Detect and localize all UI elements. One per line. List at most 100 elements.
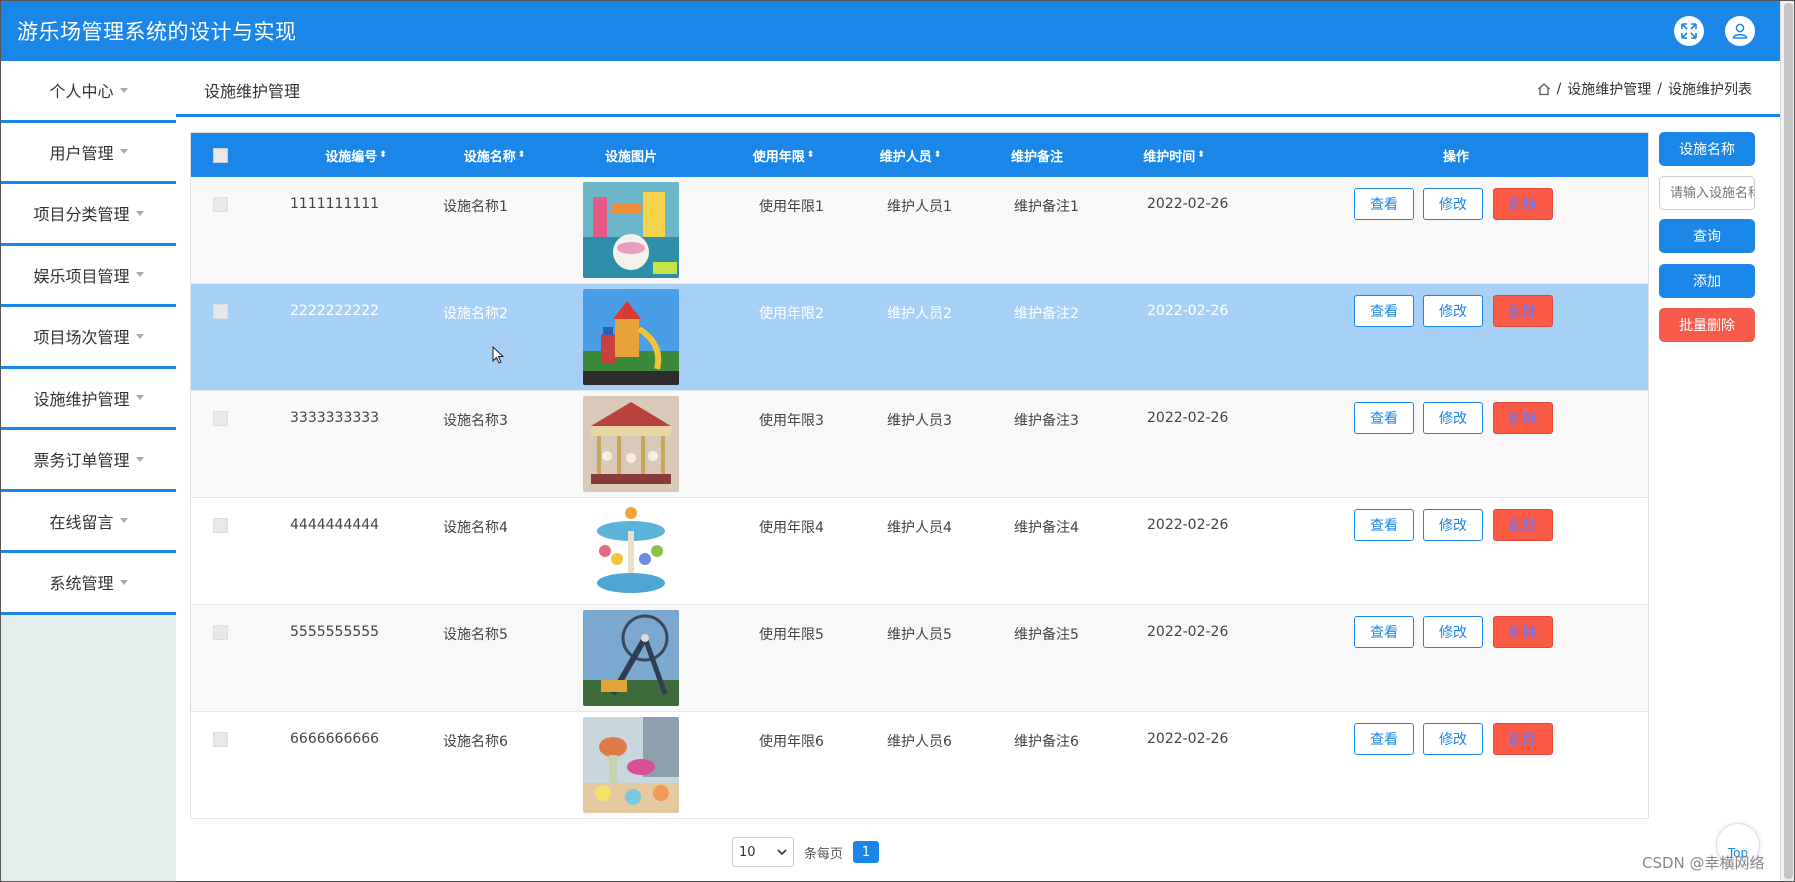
watermark: CSDN @幸横网络 — [1642, 854, 1765, 872]
fullscreen-button[interactable] — [1674, 16, 1704, 46]
sidebar-item-label: 项目分类管理 — [33, 205, 130, 225]
column-header-code[interactable]: 设施编号 ⬍ — [281, 133, 431, 177]
sidebar-item-label: 设施维护管理 — [33, 389, 130, 409]
cell-note: 维护备注1 — [1014, 199, 1079, 215]
delete-button[interactable]: 删除 — [1493, 723, 1553, 755]
table-row[interactable]: 6666666666 设施名称6 使用年限6 维护人员6 维护备注6 2022-… — [191, 712, 1648, 819]
cell-code: 6666666666 — [290, 731, 380, 747]
column-header-years[interactable]: 使用年限 ⬍ — [716, 133, 851, 177]
sidebar-item-facility-maintenance[interactable]: 设施维护管理 — [1, 368, 176, 430]
sidebar-item-entertainment[interactable]: 娱乐项目管理 — [1, 245, 176, 307]
facility-image[interactable] — [583, 503, 679, 599]
page-size-select[interactable]: 10 — [732, 837, 794, 867]
row-checkbox[interactable] — [213, 625, 228, 640]
row-checkbox[interactable] — [213, 732, 228, 747]
facility-image[interactable] — [583, 396, 679, 492]
facility-name-label[interactable]: 设施名称 — [1659, 132, 1755, 166]
app-window: 游乐场管理系统的设计与实现 个人中心 用户管理 项目分类管理 娱乐项目管理 项目… — [0, 0, 1795, 882]
sidebar-item-label: 用户管理 — [49, 143, 114, 163]
caret-down-icon — [135, 456, 144, 462]
table-row[interactable]: 5555555555 设施名称5 使用年限5 维护人员5 维护备注5 2022-… — [191, 605, 1648, 712]
breadcrumb-item[interactable]: 设施维护管理 — [1567, 79, 1651, 99]
table-row[interactable]: 3333333333 设施名称3 使用年限3 维护人员3 维护备注3 2022-… — [191, 391, 1648, 498]
sidebar-item-label: 个人中心 — [49, 82, 114, 102]
cell-name: 设施名称4 — [443, 520, 508, 536]
home-icon[interactable] — [1537, 82, 1551, 96]
column-header-name[interactable]: 设施名称 ⬍ — [427, 133, 562, 177]
column-header-time[interactable]: 维护时间 ⬍ — [1099, 133, 1249, 177]
cell-code: 2222222222 — [290, 303, 380, 319]
view-button[interactable]: 查看 — [1354, 509, 1414, 541]
cell-years: 使用年限5 — [759, 627, 824, 643]
table-row[interactable]: 2222222222 设施名称2 使用年限2 维护人员2 维护备注2 2022-… — [191, 284, 1648, 391]
column-header-staff[interactable]: 维护人员 ⬍ — [843, 133, 978, 177]
cell-code: 5555555555 — [290, 624, 380, 640]
row-checkbox[interactable] — [213, 304, 228, 319]
add-button[interactable]: 添加 — [1659, 264, 1755, 298]
view-button[interactable]: 查看 — [1354, 188, 1414, 220]
scrollbar-thumb[interactable] — [1784, 3, 1793, 879]
page-number-current[interactable]: 1 — [853, 841, 880, 863]
facility-image[interactable] — [583, 182, 679, 278]
cell-code: 1111111111 — [290, 196, 380, 212]
page-title: 设施维护管理 — [204, 82, 301, 101]
edit-button[interactable]: 修改 — [1423, 295, 1483, 327]
cell-time: 2022-02-26 — [1147, 517, 1229, 533]
row-checkbox[interactable] — [213, 411, 228, 426]
column-header-actions: 操作 — [1341, 133, 1571, 177]
cell-note: 维护备注5 — [1014, 627, 1079, 643]
edit-button[interactable]: 修改 — [1423, 509, 1483, 541]
edit-button[interactable]: 修改 — [1423, 402, 1483, 434]
user-button[interactable] — [1725, 16, 1755, 46]
view-button[interactable]: 查看 — [1354, 295, 1414, 327]
cell-years: 使用年限2 — [759, 306, 824, 322]
sidebar-item-system[interactable]: 系统管理 — [1, 553, 176, 615]
view-button[interactable]: 查看 — [1354, 723, 1414, 755]
delete-button[interactable]: 删除 — [1493, 509, 1553, 541]
select-all-checkbox[interactable] — [213, 148, 228, 163]
delete-button[interactable]: 删除 — [1493, 402, 1553, 434]
delete-button[interactable]: 删除 — [1493, 295, 1553, 327]
row-checkbox[interactable] — [213, 518, 228, 533]
view-button[interactable]: 查看 — [1354, 402, 1414, 434]
expand-icon — [1681, 23, 1697, 39]
edit-button[interactable]: 修改 — [1423, 188, 1483, 220]
column-header-label: 使用年限 — [752, 149, 805, 165]
vertical-scrollbar[interactable] — [1780, 1, 1794, 881]
edit-button[interactable]: 修改 — [1423, 616, 1483, 648]
facility-name-search-input[interactable] — [1659, 176, 1755, 210]
facility-image[interactable] — [583, 289, 679, 385]
sidebar-item-sessions[interactable]: 项目场次管理 — [1, 307, 176, 369]
delete-button[interactable]: 删除 — [1493, 616, 1553, 648]
batch-delete-button[interactable]: 批量删除 — [1659, 308, 1755, 342]
cell-time: 2022-02-26 — [1147, 624, 1229, 640]
sidebar-item-users[interactable]: 用户管理 — [1, 122, 176, 184]
delete-button[interactable]: 删除 — [1493, 188, 1553, 220]
sidebar-item-messages[interactable]: 在线留言 — [1, 491, 176, 553]
row-checkbox[interactable] — [213, 197, 228, 212]
cell-time: 2022-02-26 — [1147, 196, 1229, 212]
column-header-label: 设施名称 — [463, 149, 516, 165]
app-title: 游乐场管理系统的设计与实现 — [17, 20, 297, 44]
query-button[interactable]: 查询 — [1659, 219, 1755, 253]
column-header-label: 操作 — [1442, 149, 1469, 165]
sidebar-item-label: 票务订单管理 — [33, 451, 130, 471]
view-button[interactable]: 查看 — [1354, 616, 1414, 648]
sort-icon: ⬍ — [806, 150, 815, 160]
facility-image[interactable] — [583, 610, 679, 706]
column-header-label: 维护时间 — [1143, 149, 1196, 165]
column-header-label: 设施编号 — [325, 149, 378, 165]
caret-down-icon — [119, 579, 128, 585]
cell-note: 维护备注6 — [1014, 734, 1079, 750]
sidebar-item-ticket-orders[interactable]: 票务订单管理 — [1, 430, 176, 492]
sidebar-item-personal-center[interactable]: 个人中心 — [1, 61, 176, 123]
column-header-image: 设施图片 — [576, 133, 686, 177]
table-row[interactable]: 4444444444 设施名称4 使用年限4 维护人员4 维护备注4 2022-… — [191, 498, 1648, 605]
cell-code: 4444444444 — [290, 517, 380, 533]
table-row[interactable]: 1111111111 设施名称1 使用年限1 维护人员1 维护备注1 2022-… — [191, 177, 1648, 284]
edit-button[interactable]: 修改 — [1423, 723, 1483, 755]
sidebar-item-project-category[interactable]: 项目分类管理 — [1, 184, 176, 246]
sort-icon: ⬍ — [517, 150, 526, 160]
facility-table: 设施编号 ⬍ 设施名称 ⬍ 设施图片 使用年限 ⬍ 维护人员 ⬍ 维护备注 维护时间 ⬍ … — [190, 132, 1649, 819]
facility-image[interactable] — [583, 717, 679, 813]
